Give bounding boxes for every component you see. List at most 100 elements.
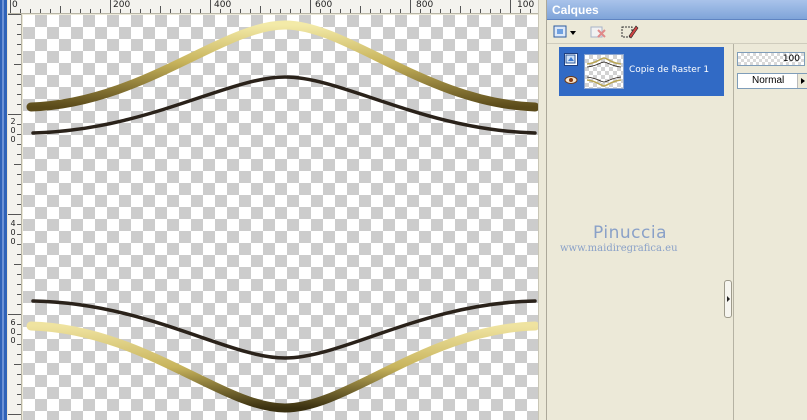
ruler-tick [440, 9, 441, 13]
layers-list: Copie de Raster 1 Pinuccia www.maidiregr… [555, 47, 733, 420]
image-canvas[interactable] [23, 15, 538, 420]
layer-row-copie-de-raster-1[interactable]: Copie de Raster 1 [559, 47, 724, 96]
ruler-tick [17, 94, 21, 95]
ruler-tick [17, 124, 21, 125]
canvas-scroll-edge[interactable] [538, 0, 546, 420]
delete-layer-icon [590, 26, 606, 38]
ruler-tick [17, 184, 21, 185]
blend-mode-value: Normal [752, 75, 785, 86]
blend-mode-select[interactable]: Normal [737, 73, 807, 89]
ruler-tick [470, 9, 471, 13]
splitter-handle[interactable] [724, 280, 732, 318]
bottom-dark-wave [31, 299, 537, 360]
ruler-tick [17, 104, 21, 105]
vertical-ruler: 2 0 0 4 0 0 6 0 0 [8, 14, 22, 420]
palette-title[interactable]: Calques [547, 0, 807, 20]
ruler-tick [130, 9, 131, 13]
ruler-tick [510, 0, 511, 13]
layer-thumbnail [584, 54, 624, 89]
ruler-tick [17, 274, 21, 275]
horizontal-ruler: 0 200 400 600 800 100 [8, 0, 538, 14]
ruler-tick [20, 9, 21, 13]
ruler-tick [17, 394, 21, 395]
delete-layer-button[interactable] [587, 23, 609, 41]
ruler-tick [240, 9, 241, 13]
ruler-tick [17, 24, 21, 25]
palette-splitter[interactable] [733, 44, 734, 420]
ruler-tick [280, 9, 281, 13]
ruler-tick [17, 374, 21, 375]
ruler-tick [17, 234, 21, 235]
ruler-tick [110, 0, 111, 13]
ruler-tick [8, 314, 21, 315]
ruler-tick [40, 9, 41, 13]
ruler-tick [180, 9, 181, 13]
ruler-tick [480, 9, 481, 13]
ruler-tick [390, 9, 391, 13]
ruler-tick [10, 0, 11, 13]
ruler-tick [17, 324, 21, 325]
ruler-tick [17, 204, 21, 205]
eye-icon[interactable] [564, 75, 578, 85]
ruler-tick [370, 9, 371, 13]
ruler-tick [340, 9, 341, 13]
ruler-tick [230, 9, 231, 13]
new-layer-button[interactable] [551, 23, 579, 41]
chevron-right-icon [727, 296, 730, 302]
ruler-tick [17, 224, 21, 225]
ruler-tick [360, 6, 361, 13]
ruler-tick [17, 134, 21, 135]
ruler-tick [270, 9, 271, 13]
opacity-slider[interactable]: 100 [737, 52, 805, 66]
ruler-tick [14, 164, 21, 165]
layer-name: Copie de Raster 1 [629, 65, 710, 75]
wave-artwork [26, 20, 538, 413]
ruler-tick [17, 304, 21, 305]
ruler-tick [260, 6, 261, 13]
ruler-tick [17, 344, 21, 345]
ruler-tick [17, 284, 21, 285]
opacity-value: 100 [782, 54, 800, 64]
layer-thumbnail-waves [586, 57, 622, 87]
chevron-right-icon[interactable] [797, 74, 807, 88]
ruler-tick [520, 9, 521, 13]
watermark-name: Pinuccia [593, 223, 667, 243]
ruler-tick [17, 404, 21, 405]
ruler-tick [430, 9, 431, 13]
ruler-tick [350, 9, 351, 13]
window-edge-scrollbar[interactable] [0, 0, 7, 420]
top-gold-wave [26, 20, 538, 112]
ruler-tick [330, 9, 331, 13]
vruler-digit: 0 [10, 126, 16, 135]
ruler-tick [14, 364, 21, 365]
ruler-tick [150, 9, 151, 13]
canvas-window: 0 200 400 600 800 100 2 0 0 4 0 0 6 0 0 [0, 0, 546, 420]
vruler-digit: 0 [10, 237, 16, 246]
raster-layer-glyph [565, 54, 576, 64]
ruler-tick [500, 9, 501, 13]
layers-palette: Calques Copie de Raster 1 Pinuccia www.m… [546, 0, 807, 420]
ruler-tick [17, 244, 21, 245]
vruler-digit: 6 [10, 318, 16, 327]
ruler-tick [17, 74, 21, 75]
vruler-digit: 2 [10, 117, 16, 126]
ruler-tick [17, 194, 21, 195]
ruler-tick [310, 0, 311, 13]
ruler-tick [50, 9, 51, 13]
ruler-tick [220, 9, 221, 13]
ruler-tick [8, 14, 21, 15]
watermark-url: www.maidiregrafica.eu [560, 243, 678, 254]
raster-layer-icon[interactable] [564, 53, 578, 66]
palette-toolbar [547, 20, 807, 44]
ruler-tick [17, 44, 21, 45]
ruler-tick [17, 154, 21, 155]
ruler-tick [70, 9, 71, 13]
ruler-tick [160, 6, 161, 13]
ruler-tick [250, 9, 251, 13]
ruler-label-0: 0 [12, 0, 18, 10]
layer-properties: 100 Normal [735, 44, 807, 420]
edit-selection-button[interactable] [619, 23, 641, 41]
ruler-tick [190, 9, 191, 13]
ruler-tick [460, 6, 461, 13]
ruler-tick [90, 9, 91, 13]
